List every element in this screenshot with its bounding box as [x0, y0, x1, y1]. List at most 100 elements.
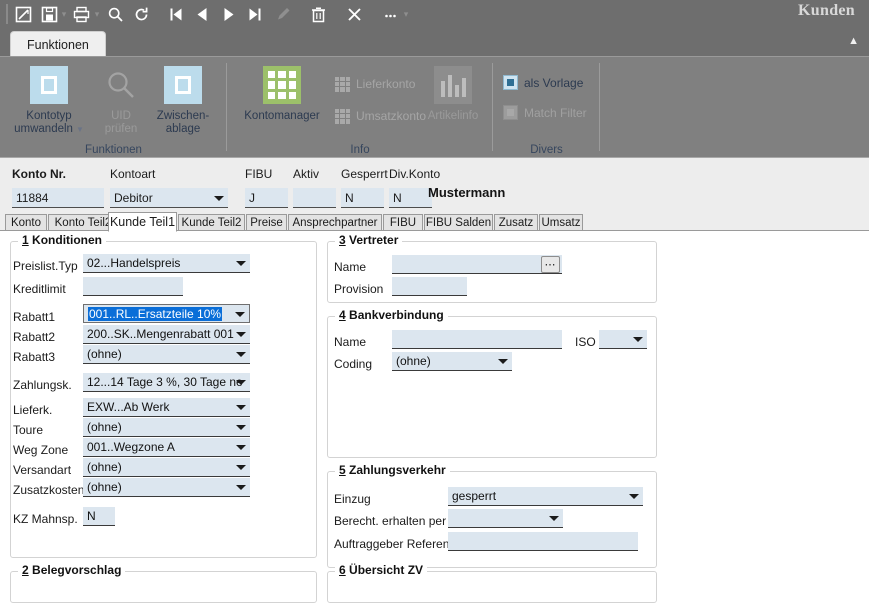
- vertreter-lookup-button[interactable]: ⋯: [541, 256, 560, 273]
- panel-number: 3: [339, 233, 346, 247]
- toolbar-separator-3: ▾: [403, 9, 409, 19]
- panel-title-text: Bankverbindung: [349, 308, 444, 322]
- zwischenablage-icon: [163, 65, 203, 105]
- save-icon[interactable]: [38, 3, 60, 25]
- ribbon-group-divers: als Vorlage Match Filter Divers: [493, 57, 600, 158]
- tab-konto[interactable]: Konto: [5, 214, 47, 231]
- field-kreditlimit[interactable]: [83, 277, 183, 296]
- chevron-down-icon: [236, 465, 246, 470]
- ribbon-button-zwischenablage[interactable]: Zwischen- ablage: [146, 65, 220, 136]
- field-kz-mahnsp[interactable]: N: [83, 507, 115, 526]
- field-berecht-erhalten-per[interactable]: [448, 509, 563, 528]
- field-einzug[interactable]: gesperrt: [448, 487, 643, 506]
- aktiv-input[interactable]: [293, 188, 336, 208]
- tab-fibu[interactable]: FIBU: [383, 214, 423, 231]
- tab-bar: Konto Konto Teil2 Kunde Teil1 Kunde Teil…: [0, 212, 869, 232]
- ribbon-checkbox-label: Match Filter: [524, 105, 587, 120]
- tab-preise[interactable]: Preise: [246, 214, 287, 231]
- toolbar-separator-2: ▾: [94, 9, 100, 19]
- panel-title-text: Vertreter: [349, 233, 399, 247]
- gesperrt-input[interactable]: N: [341, 188, 384, 208]
- tab-ansprechpartner[interactable]: Ansprechpartner: [288, 214, 382, 231]
- more-icon[interactable]: [379, 3, 401, 25]
- chevron-down-icon: [236, 405, 246, 410]
- panel-title-bankverbindung: 4 Bankverbindung: [335, 308, 448, 322]
- panel-number: 4: [339, 308, 346, 322]
- panel-number: 5: [339, 463, 346, 477]
- ribbon-button-kontomanager[interactable]: Kontomanager: [231, 65, 333, 123]
- field-zahlungsk[interactable]: 12...14 Tage 3 %, 30 Tage ne: [83, 373, 250, 392]
- label-rabatt1: Rabatt1: [13, 310, 56, 324]
- field-bank-name[interactable]: [392, 330, 562, 349]
- toolbar-grip[interactable]: [6, 4, 8, 24]
- label-lieferk: Lieferk.: [13, 403, 53, 417]
- first-record-icon[interactable]: [165, 3, 187, 25]
- artikelinfo-icon: [433, 65, 473, 105]
- close-icon[interactable]: [343, 3, 365, 25]
- chevron-down-icon: [498, 359, 508, 364]
- ribbon: Kontotyp umwandeln ▼ UID prüfen Zwischen-…: [0, 56, 869, 158]
- tab-kunde-teil1[interactable]: Kunde Teil1: [108, 212, 177, 232]
- ribbon-tab-label: Funktionen: [27, 37, 89, 52]
- field-vertreter-name[interactable]: [392, 255, 562, 274]
- ribbon-button-kontotyp-umwandeln[interactable]: Kontotyp umwandeln ▼: [12, 65, 86, 136]
- ribbon-group-label-info: Info: [350, 144, 370, 156]
- field-value: (ohne): [87, 480, 122, 494]
- konto-nr-input[interactable]: 11884: [12, 188, 104, 208]
- field-value: 02...Handelspreis: [87, 256, 181, 270]
- tab-zusatz[interactable]: Zusatz: [494, 214, 538, 231]
- panel-number: 2: [22, 563, 29, 577]
- panel-title-zahlungsverkehr: 5 Zahlungsverkehr: [335, 463, 450, 477]
- field-value: (ohne): [396, 354, 431, 368]
- tab-umsatz[interactable]: Umsatz: [539, 214, 583, 231]
- delete-icon[interactable]: [307, 3, 329, 25]
- field-vertreter-provision[interactable]: [392, 277, 467, 296]
- refresh-icon[interactable]: [130, 3, 152, 25]
- ribbon-checkbox-match-filter: Match Filter: [503, 105, 587, 120]
- ribbon-checkbox-als-vorlage[interactable]: als Vorlage: [503, 75, 583, 90]
- search-icon[interactable]: [104, 3, 126, 25]
- print-icon[interactable]: [70, 3, 92, 25]
- field-toure[interactable]: (ohne): [83, 418, 250, 437]
- panel-number: 6: [339, 563, 346, 577]
- field-versandart[interactable]: (ohne): [83, 458, 250, 477]
- aktiv-label: Aktiv: [293, 167, 320, 181]
- field-value: EXW...Ab Werk: [87, 400, 170, 414]
- ribbon-tab-funktionen[interactable]: Funktionen: [10, 31, 106, 57]
- label-berecht-erhalten-per: Berecht. erhalten per: [334, 514, 447, 528]
- field-bank-coding[interactable]: (ohne): [392, 352, 512, 371]
- ribbon-button-label-line1: Artikelinfo: [427, 110, 479, 122]
- fibu-input[interactable]: J: [245, 188, 288, 208]
- checkbox-checked-icon: [503, 75, 518, 90]
- record-header: Konto Nr. 11884 Kontoart Debitor FIBU J …: [0, 157, 869, 213]
- panel-title-text: Belegvorschlag: [32, 563, 122, 577]
- last-record-icon[interactable]: [243, 3, 265, 25]
- field-rabatt3[interactable]: (ohne): [83, 345, 250, 364]
- tab-kunde-teil2[interactable]: Kunde Teil2: [178, 214, 245, 231]
- label-bank-iso: ISO: [575, 335, 596, 349]
- field-preislist-typ[interactable]: 02...Handelspreis: [83, 254, 250, 273]
- ribbon-group-label-divers: Divers: [530, 144, 563, 156]
- field-rabatt1[interactable]: 001..RL..Ersatzteile 10%: [83, 304, 250, 323]
- chevron-up-icon[interactable]: ▲: [848, 36, 859, 47]
- chevron-down-icon[interactable]: ▼: [76, 125, 84, 134]
- field-zusatzkosten[interactable]: (ohne): [83, 478, 250, 497]
- field-rabatt2[interactable]: 200..SK..Mengenrabatt 001: [83, 325, 250, 344]
- label-weg-zone: Weg Zone: [13, 443, 69, 457]
- tab-fibu-salden[interactable]: FIBU Salden: [424, 214, 493, 231]
- label-kz-mahnsp: KZ Mahnsp.: [13, 512, 78, 526]
- field-bank-iso[interactable]: [599, 330, 647, 349]
- kontoart-select[interactable]: Debitor: [110, 188, 228, 208]
- edit-note-icon[interactable]: [12, 3, 34, 25]
- panel-title-text: Zahlungsverkehr: [349, 463, 446, 477]
- ribbon-group-info: Kontomanager Lieferkonto Umsatzkonto Art…: [227, 57, 493, 158]
- field-weg-zone[interactable]: 001..Wegzone A: [83, 438, 250, 457]
- field-lieferk[interactable]: EXW...Ab Werk: [83, 398, 250, 417]
- label-kreditlimit: Kreditlimit: [13, 282, 66, 296]
- next-record-icon[interactable]: [217, 3, 239, 25]
- field-auftraggeber-referenz[interactable]: [448, 532, 638, 551]
- previous-record-icon[interactable]: [191, 3, 213, 25]
- div-konto-input[interactable]: N: [389, 188, 432, 208]
- chevron-down-icon: [236, 352, 246, 357]
- panel-number: 1: [22, 233, 29, 247]
